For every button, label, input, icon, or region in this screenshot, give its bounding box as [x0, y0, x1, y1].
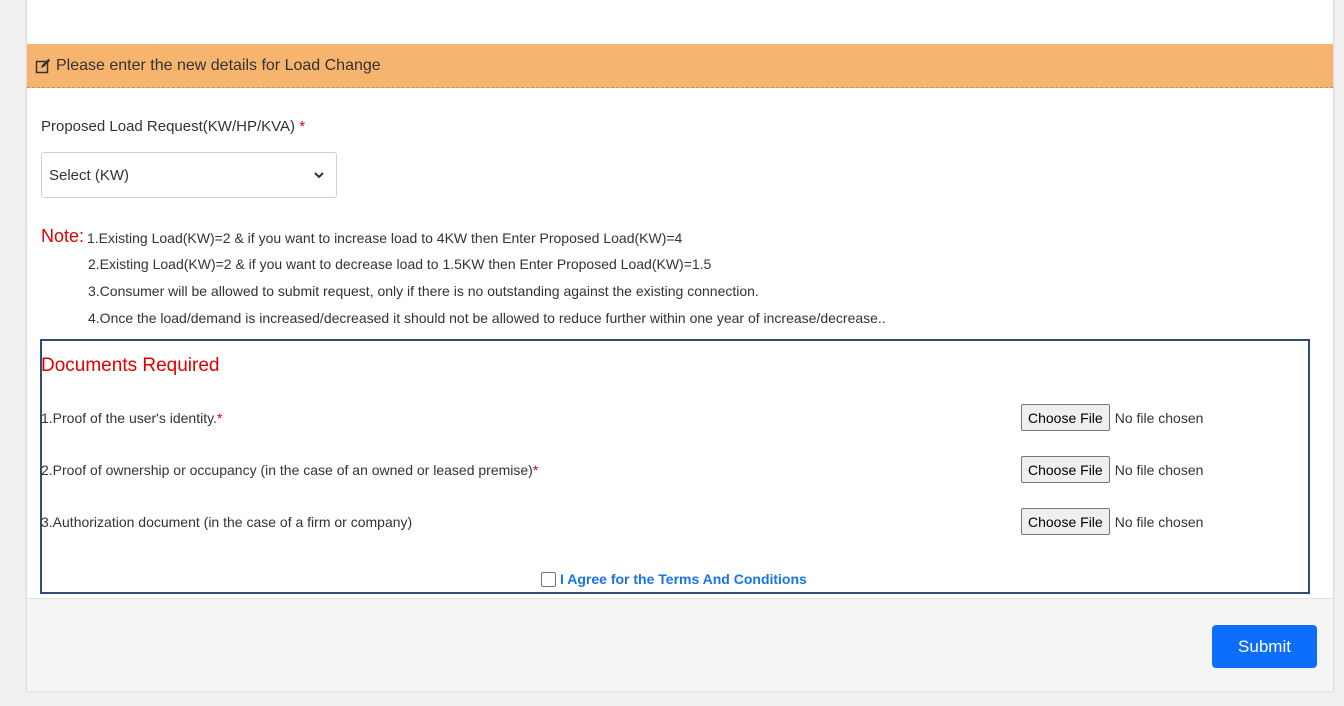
choose-file-button[interactable]: Choose File — [1021, 404, 1110, 431]
proposed-load-label: Proposed Load Request(KW/HP/KVA) * — [41, 118, 305, 135]
note-item: 1.Existing Load(KW)=2 & if you want to i… — [87, 230, 683, 246]
terms-agreement[interactable]: I Agree for the Terms And Conditions — [541, 571, 807, 587]
document-label-text: 1.Proof of the user's identity. — [41, 410, 217, 426]
document-label-text: 2.Proof of ownership or occupancy (in th… — [41, 462, 533, 478]
document-label-text: 3.Authorization document (in the case of… — [41, 514, 413, 530]
proposed-load-select[interactable]: Select (KW) — [41, 152, 337, 198]
documents-title: Documents Required — [41, 355, 220, 376]
note-item: 2.Existing Load(KW)=2 & if you want to d… — [88, 256, 712, 272]
note-item: 3.Consumer will be allowed to submit req… — [88, 283, 759, 299]
form-heading-text: Please enter the new details for Load Ch… — [56, 56, 381, 74]
required-mark: * — [216, 410, 223, 426]
proposed-load-label-text: Proposed Load Request(KW/HP/KVA) — [41, 118, 296, 135]
file-input-ownership[interactable]: Choose File No file chosen — [1021, 456, 1203, 483]
file-status: No file chosen — [1114, 461, 1204, 478]
document-label-authorization: 3.Authorization document (in the case of… — [41, 514, 412, 530]
required-mark: * — [299, 118, 306, 135]
form-heading: Please enter the new details for Load Ch… — [27, 44, 1333, 88]
load-change-panel: Please enter the new details for Load Ch… — [26, 0, 1334, 691]
document-label-ownership: 2.Proof of ownership or occupancy (in th… — [41, 462, 538, 478]
terms-label[interactable]: I Agree for the Terms And Conditions — [560, 571, 807, 587]
form-footer — [27, 598, 1333, 691]
required-mark: * — [532, 462, 539, 478]
note-item: 4.Once the load/demand is increased/decr… — [88, 310, 886, 326]
note-label: Note: — [41, 226, 85, 246]
document-label-identity: 1.Proof of the user's identity.* — [41, 410, 222, 426]
choose-file-button[interactable]: Choose File — [1021, 456, 1110, 483]
file-input-identity[interactable]: Choose File No file chosen — [1021, 404, 1203, 431]
file-status: No file chosen — [1114, 513, 1204, 530]
terms-checkbox[interactable] — [541, 571, 556, 587]
file-input-authorization[interactable]: Choose File No file chosen — [1021, 508, 1203, 535]
choose-file-button[interactable]: Choose File — [1021, 508, 1110, 535]
submit-button[interactable]: Submit — [1212, 625, 1317, 668]
chevron-down-icon — [314, 171, 324, 179]
proposed-load-selected: Select (KW) — [49, 166, 130, 184]
edit-icon — [35, 58, 51, 74]
file-status: No file chosen — [1114, 409, 1204, 426]
